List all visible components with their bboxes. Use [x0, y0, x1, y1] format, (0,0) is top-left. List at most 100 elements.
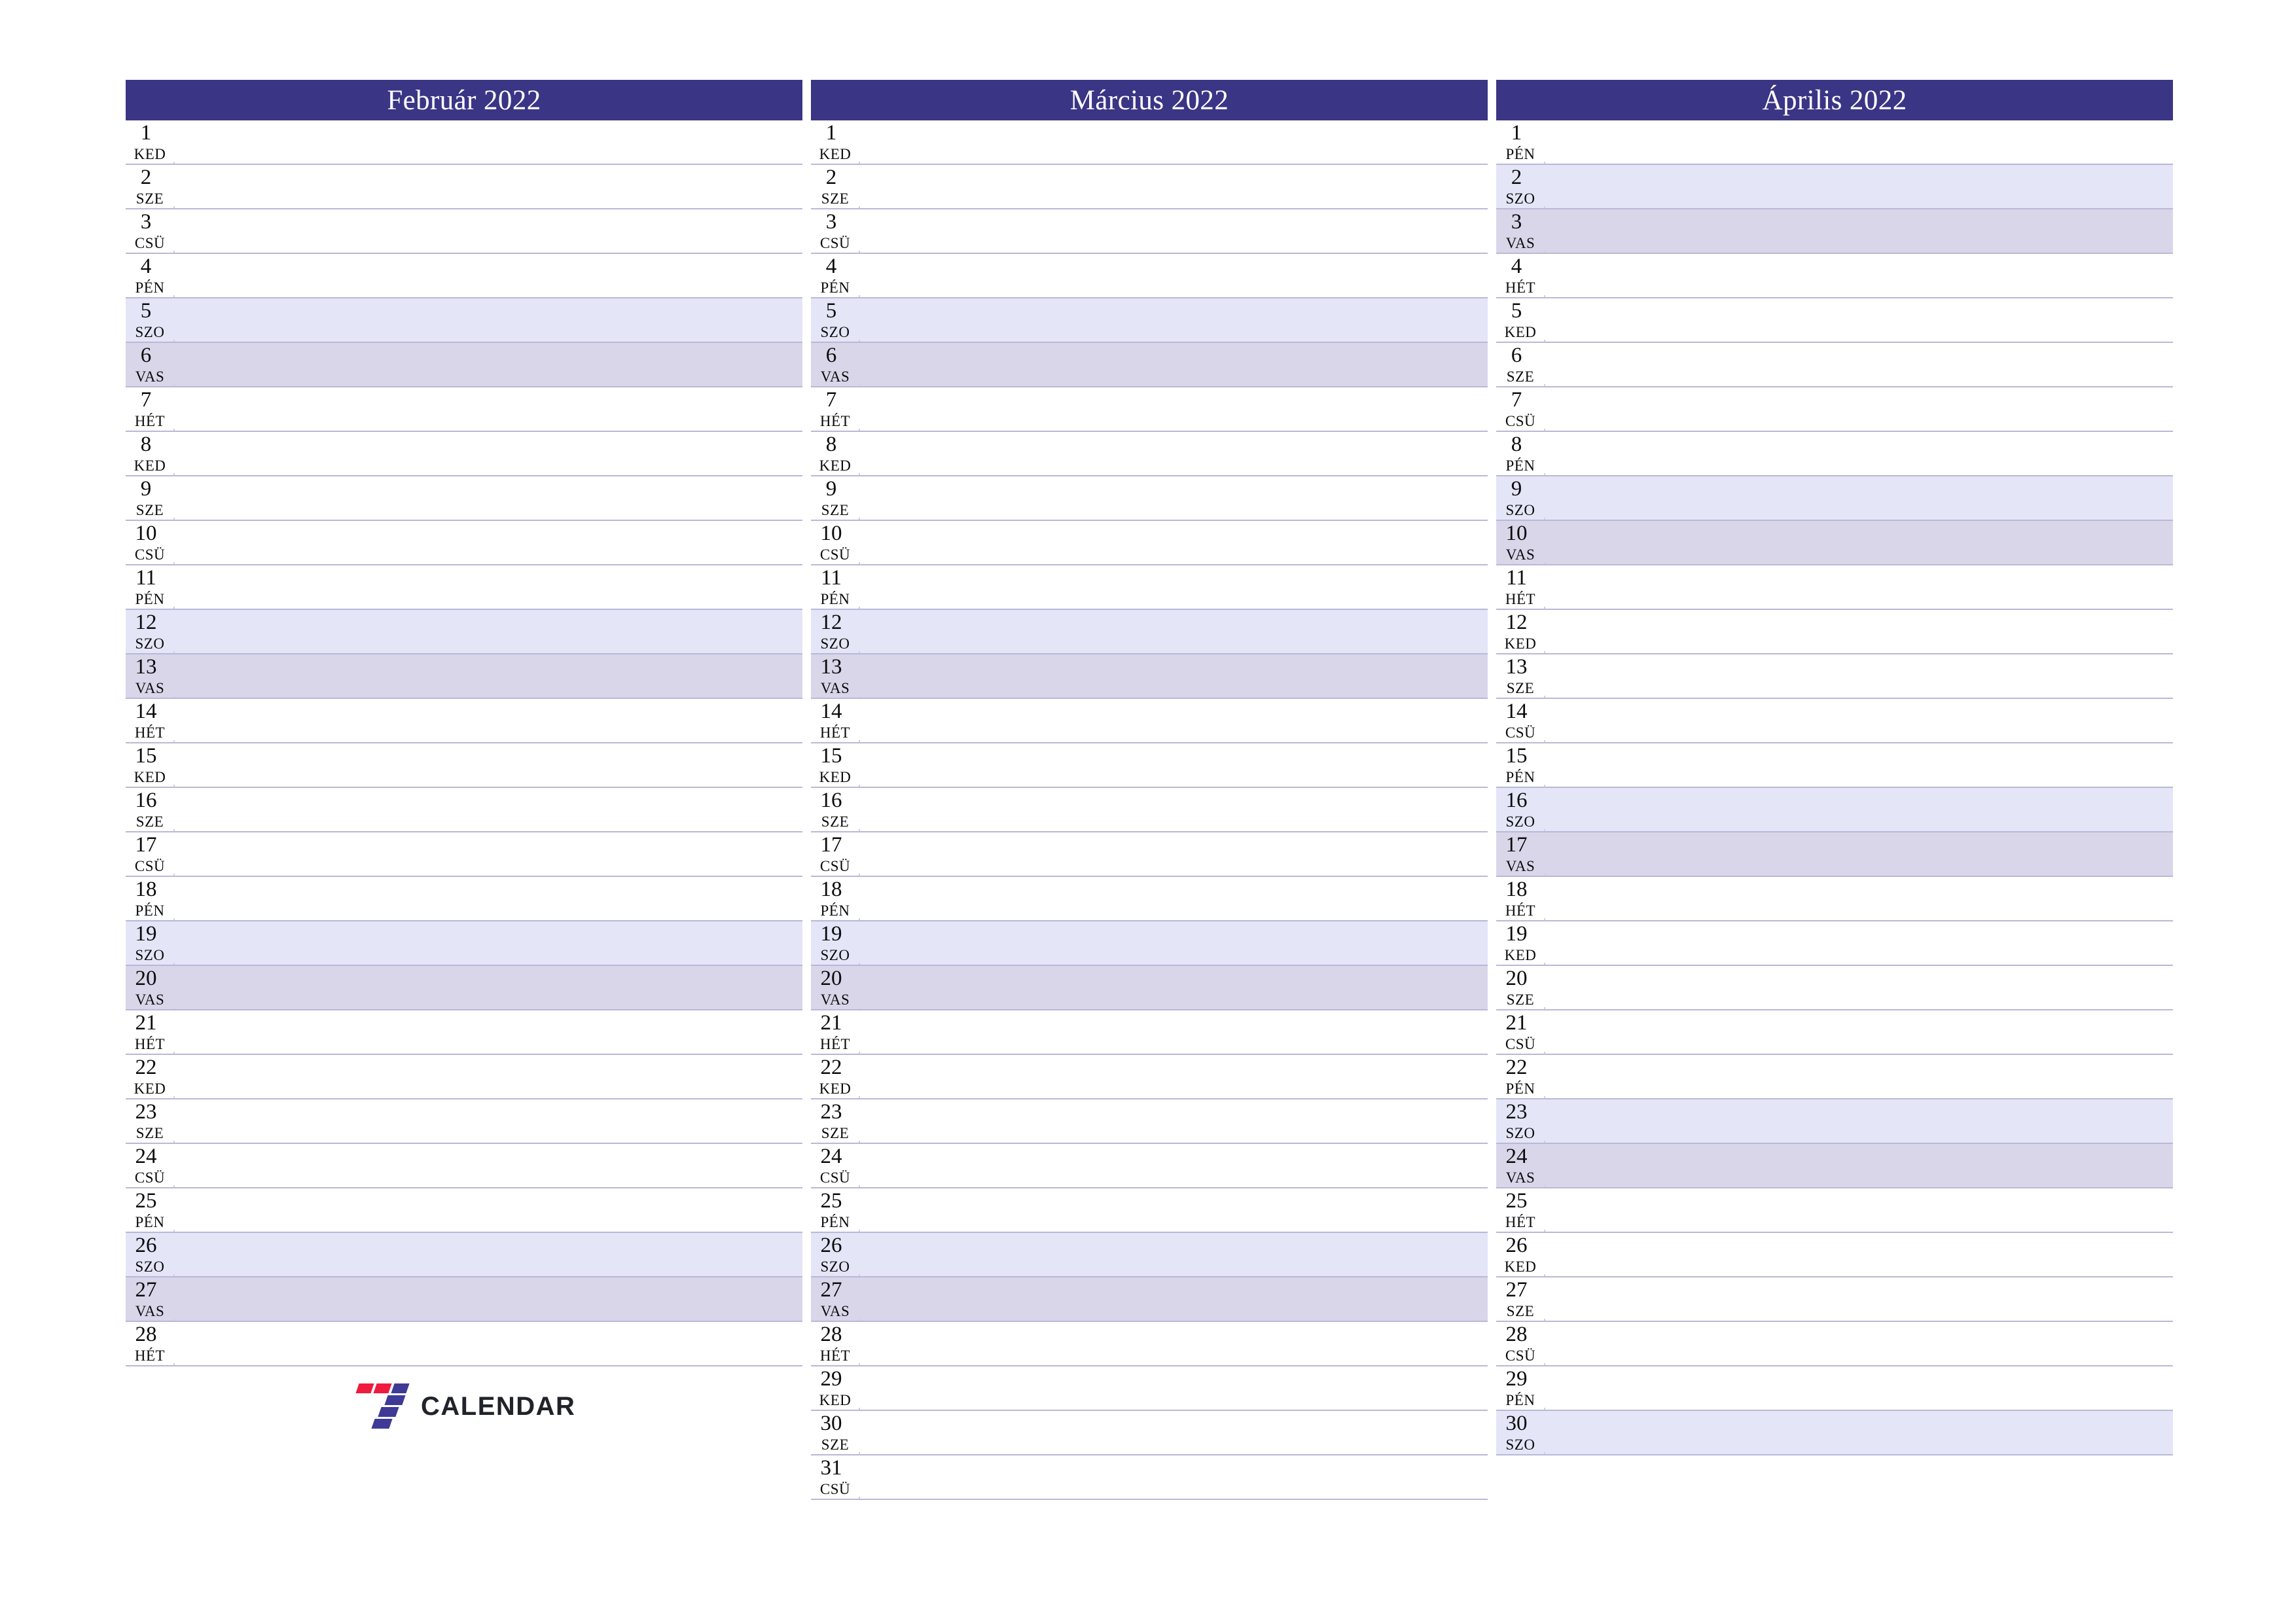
day-row[interactable]: 24 CSÜ — [126, 1144, 802, 1188]
day-note-area[interactable] — [1549, 610, 2173, 653]
day-row[interactable]: 12 KED — [1496, 610, 2173, 654]
day-note-area[interactable] — [863, 832, 1488, 876]
day-note-area[interactable] — [1549, 1322, 2173, 1365]
day-row[interactable]: 22 PÉN — [1496, 1055, 2173, 1099]
day-note-area[interactable] — [178, 654, 802, 698]
day-note-area[interactable] — [1549, 877, 2173, 920]
day-note-area[interactable] — [1549, 120, 2173, 164]
day-note-area[interactable] — [178, 209, 802, 253]
day-row[interactable]: 10 CSÜ — [126, 521, 802, 565]
day-note-area[interactable] — [863, 1322, 1488, 1365]
day-note-area[interactable] — [1549, 254, 2173, 297]
day-row[interactable]: 20 VAS — [811, 966, 1488, 1010]
day-note-area[interactable] — [863, 966, 1488, 1009]
day-note-area[interactable] — [863, 877, 1488, 920]
day-row[interactable]: 1 KED — [126, 120, 802, 165]
day-row[interactable]: 13 SZE — [1496, 654, 2173, 699]
day-row[interactable]: 27 VAS — [126, 1277, 802, 1322]
day-row[interactable]: 1 KED — [811, 120, 1488, 165]
day-note-area[interactable] — [1549, 788, 2173, 831]
day-note-area[interactable] — [1549, 743, 2173, 787]
day-note-area[interactable] — [1549, 832, 2173, 876]
day-note-area[interactable] — [863, 565, 1488, 609]
day-row[interactable]: 8 KED — [126, 432, 802, 476]
day-row[interactable]: 24 VAS — [1496, 1144, 2173, 1188]
day-row[interactable]: 9 SZE — [126, 476, 802, 521]
day-row[interactable]: 22 KED — [811, 1055, 1488, 1099]
day-note-area[interactable] — [178, 387, 802, 431]
day-note-area[interactable] — [1549, 521, 2173, 564]
day-note-area[interactable] — [863, 432, 1488, 475]
day-row[interactable]: 1 PÉN — [1496, 120, 2173, 165]
day-note-area[interactable] — [1549, 565, 2173, 609]
day-row[interactable]: 10 CSÜ — [811, 521, 1488, 565]
day-row[interactable]: 25 HÉT — [1496, 1188, 2173, 1233]
day-note-area[interactable] — [1549, 1099, 2173, 1143]
day-row[interactable]: 5 KED — [1496, 298, 2173, 343]
day-note-area[interactable] — [863, 343, 1488, 386]
day-note-area[interactable] — [863, 1411, 1488, 1454]
day-row[interactable]: 3 CSÜ — [811, 209, 1488, 254]
day-row[interactable]: 28 CSÜ — [1496, 1322, 2173, 1366]
day-note-area[interactable] — [178, 610, 802, 653]
day-note-area[interactable] — [863, 165, 1488, 208]
day-note-area[interactable] — [863, 610, 1488, 653]
day-row[interactable]: 7 CSÜ — [1496, 387, 2173, 432]
day-note-area[interactable] — [1549, 1277, 2173, 1321]
day-row[interactable]: 13 VAS — [126, 654, 802, 699]
day-note-area[interactable] — [863, 921, 1488, 965]
day-row[interactable]: 7 HÉT — [126, 387, 802, 432]
day-row[interactable]: 18 PÉN — [811, 877, 1488, 921]
day-row[interactable]: 2 SZE — [126, 165, 802, 209]
day-note-area[interactable] — [1549, 1144, 2173, 1187]
day-note-area[interactable] — [178, 254, 802, 297]
day-note-area[interactable] — [1549, 476, 2173, 520]
day-row[interactable]: 19 KED — [1496, 921, 2173, 966]
day-note-area[interactable] — [1549, 209, 2173, 253]
day-note-area[interactable] — [1549, 921, 2173, 965]
day-row[interactable]: 3 CSÜ — [126, 209, 802, 254]
day-note-area[interactable] — [178, 877, 802, 920]
day-row[interactable]: 14 HÉT — [811, 699, 1488, 743]
day-row[interactable]: 28 HÉT — [126, 1322, 802, 1366]
day-note-area[interactable] — [178, 1277, 802, 1321]
day-row[interactable]: 17 CSÜ — [126, 832, 802, 877]
day-note-area[interactable] — [1549, 343, 2173, 386]
day-note-area[interactable] — [863, 1233, 1488, 1276]
day-note-area[interactable] — [178, 432, 802, 475]
day-note-area[interactable] — [178, 521, 802, 564]
day-row[interactable]: 19 SZO — [811, 921, 1488, 966]
day-row[interactable]: 7 HÉT — [811, 387, 1488, 432]
day-note-area[interactable] — [863, 1099, 1488, 1143]
day-row[interactable]: 26 SZO — [126, 1233, 802, 1277]
day-row[interactable]: 29 KED — [811, 1366, 1488, 1411]
day-note-area[interactable] — [178, 699, 802, 742]
day-row[interactable]: 4 PÉN — [811, 254, 1488, 298]
day-note-area[interactable] — [178, 343, 802, 386]
day-row[interactable]: 5 SZO — [126, 298, 802, 343]
day-row[interactable]: 27 VAS — [811, 1277, 1488, 1322]
day-note-area[interactable] — [863, 1144, 1488, 1187]
day-row[interactable]: 21 HÉT — [126, 1010, 802, 1055]
day-row[interactable]: 18 PÉN — [126, 877, 802, 921]
day-row[interactable]: 4 PÉN — [126, 254, 802, 298]
day-note-area[interactable] — [1549, 1010, 2173, 1054]
day-note-area[interactable] — [178, 565, 802, 609]
day-row[interactable]: 16 SZE — [126, 788, 802, 832]
day-row[interactable]: 23 SZE — [811, 1099, 1488, 1144]
day-note-area[interactable] — [1549, 1055, 2173, 1098]
day-note-area[interactable] — [863, 743, 1488, 787]
day-row[interactable]: 22 KED — [126, 1055, 802, 1099]
day-note-area[interactable] — [1549, 1188, 2173, 1232]
day-note-area[interactable] — [178, 165, 802, 208]
day-row[interactable]: 26 KED — [1496, 1233, 2173, 1277]
day-note-area[interactable] — [863, 788, 1488, 831]
day-row[interactable]: 8 KED — [811, 432, 1488, 476]
day-note-area[interactable] — [178, 788, 802, 831]
day-note-area[interactable] — [178, 476, 802, 520]
day-row[interactable]: 14 HÉT — [126, 699, 802, 743]
day-row[interactable]: 20 VAS — [126, 966, 802, 1010]
day-row[interactable]: 9 SZE — [811, 476, 1488, 521]
day-row[interactable]: 15 KED — [126, 743, 802, 788]
day-note-area[interactable] — [863, 1188, 1488, 1232]
